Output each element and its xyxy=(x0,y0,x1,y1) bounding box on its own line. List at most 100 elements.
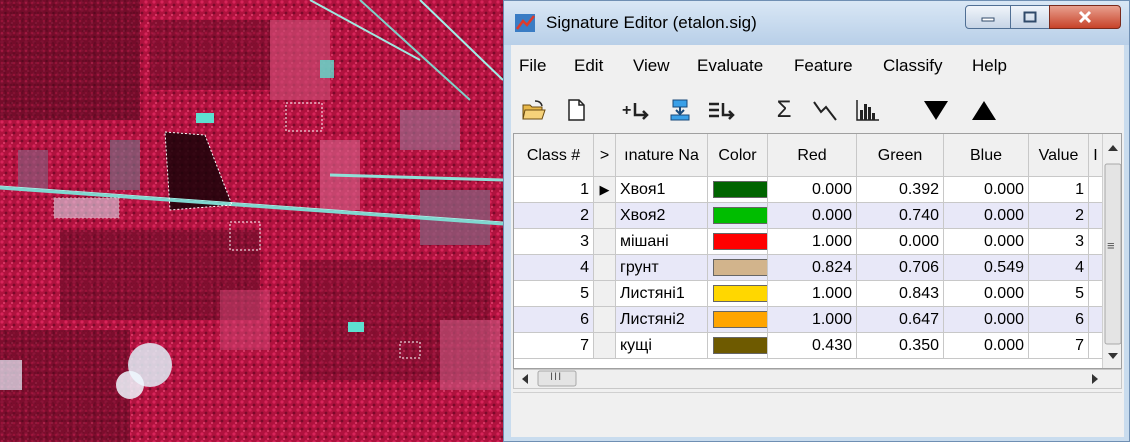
horizontal-scrollbar[interactable]: III xyxy=(513,369,1122,389)
cell-green[interactable]: 0.392 xyxy=(857,177,944,203)
cell-blue[interactable]: 0.000 xyxy=(944,281,1029,307)
cell-green[interactable]: 0.647 xyxy=(857,307,944,333)
cell-signature-name[interactable]: кущі xyxy=(616,333,708,359)
cell-value[interactable]: 2 xyxy=(1029,203,1089,229)
cell-signature-name[interactable]: мішані xyxy=(616,229,708,255)
column-header-blue[interactable]: Blue xyxy=(944,134,1029,177)
cell-red[interactable]: 1.000 xyxy=(768,229,857,255)
cell-blue[interactable]: 0.000 xyxy=(944,333,1029,359)
cell-signature-name[interactable]: Хвоя1 xyxy=(616,177,708,203)
cell-signature-name[interactable]: Листяні1 xyxy=(616,281,708,307)
merge-signatures-button[interactable] xyxy=(707,96,737,124)
cell-extra[interactable] xyxy=(1089,203,1103,229)
menu-help[interactable]: Help xyxy=(972,56,1007,76)
menu-view[interactable]: View xyxy=(633,56,670,76)
cell-value[interactable]: 4 xyxy=(1029,255,1089,281)
cell-extra[interactable] xyxy=(1089,333,1103,359)
cell-signature-name[interactable]: Хвоя2 xyxy=(616,203,708,229)
scroll-right-arrow-icon[interactable] xyxy=(1092,374,1098,384)
title-bar[interactable]: Signature Editor (etalon.sig) xyxy=(504,1,1129,45)
color-swatch[interactable] xyxy=(713,337,767,354)
cell-color[interactable] xyxy=(708,333,768,359)
menu-file[interactable]: File xyxy=(519,56,546,76)
column-header-color[interactable]: Color xyxy=(708,134,768,177)
cell-green[interactable]: 0.706 xyxy=(857,255,944,281)
cell-blue[interactable]: 0.000 xyxy=(944,307,1029,333)
maximize-button[interactable] xyxy=(1010,5,1050,29)
cell-class-number[interactable]: 3 xyxy=(514,229,594,255)
menu-classify[interactable]: Classify xyxy=(883,56,943,76)
statistics-button[interactable]: Σ xyxy=(769,96,799,124)
cell-color[interactable] xyxy=(708,307,768,333)
cell-green[interactable]: 0.350 xyxy=(857,333,944,359)
column-header-red[interactable]: Red xyxy=(768,134,857,177)
cell-color[interactable] xyxy=(708,281,768,307)
histogram-button[interactable] xyxy=(853,96,883,124)
cell-class-number[interactable]: 4 xyxy=(514,255,594,281)
cell-current-marker[interactable] xyxy=(594,203,616,229)
cell-class-number[interactable]: 1 xyxy=(514,177,594,203)
mean-plot-button[interactable] xyxy=(811,96,841,124)
cell-blue[interactable]: 0.549 xyxy=(944,255,1029,281)
column-header-signature-name[interactable]: ınature Na xyxy=(616,134,708,177)
column-header-green[interactable]: Green xyxy=(857,134,944,177)
color-swatch[interactable] xyxy=(713,285,767,302)
cell-color[interactable] xyxy=(708,229,768,255)
cell-current-marker[interactable] xyxy=(594,281,616,307)
cell-signature-name[interactable]: грунт xyxy=(616,255,708,281)
replace-signature-button[interactable] xyxy=(665,96,695,124)
column-header-class[interactable]: Class # xyxy=(514,134,594,177)
color-swatch[interactable] xyxy=(713,181,767,198)
vertical-scrollbar[interactable]: ≡ xyxy=(1102,134,1121,368)
column-header-current[interactable]: > xyxy=(594,134,616,177)
menu-edit[interactable]: Edit xyxy=(574,56,603,76)
scroll-left-arrow-icon[interactable] xyxy=(522,374,528,384)
cell-red[interactable]: 0.824 xyxy=(768,255,857,281)
menu-feature[interactable]: Feature xyxy=(794,56,853,76)
scroll-up-arrow-icon[interactable] xyxy=(1108,145,1118,151)
cell-red[interactable]: 0.000 xyxy=(768,177,857,203)
cell-class-number[interactable]: 2 xyxy=(514,203,594,229)
cell-red[interactable]: 0.000 xyxy=(768,203,857,229)
open-button[interactable] xyxy=(519,96,549,124)
cell-blue[interactable]: 0.000 xyxy=(944,229,1029,255)
cell-value[interactable]: 5 xyxy=(1029,281,1089,307)
table-row[interactable]: 3 мішані 1.000 0.000 0.000 3 xyxy=(514,229,1121,255)
cell-value[interactable]: 7 xyxy=(1029,333,1089,359)
table-row[interactable]: 2 Хвоя2 0.000 0.740 0.000 2 xyxy=(514,203,1121,229)
cell-color[interactable] xyxy=(708,255,768,281)
color-swatch[interactable] xyxy=(713,207,767,224)
cell-green[interactable]: 0.000 xyxy=(857,229,944,255)
cell-green[interactable]: 0.843 xyxy=(857,281,944,307)
cell-current-marker[interactable] xyxy=(594,333,616,359)
menu-evaluate[interactable]: Evaluate xyxy=(697,56,763,76)
table-row[interactable]: 5 Листяні1 1.000 0.843 0.000 5 xyxy=(514,281,1121,307)
cell-signature-name[interactable]: Листяні2 xyxy=(616,307,708,333)
color-swatch[interactable] xyxy=(713,233,767,250)
column-header-extra[interactable]: I xyxy=(1089,134,1103,177)
cell-current-marker[interactable] xyxy=(594,229,616,255)
cell-red[interactable]: 1.000 xyxy=(768,307,857,333)
cell-extra[interactable] xyxy=(1089,177,1103,203)
move-up-button[interactable] xyxy=(969,96,999,124)
cell-green[interactable]: 0.740 xyxy=(857,203,944,229)
cell-color[interactable] xyxy=(708,177,768,203)
add-signature-button[interactable]: + xyxy=(621,96,651,124)
cell-class-number[interactable]: 5 xyxy=(514,281,594,307)
column-header-value[interactable]: Value xyxy=(1029,134,1089,177)
table-row[interactable]: 6 Листяні2 1.000 0.647 0.000 6 xyxy=(514,307,1121,333)
minimize-button[interactable] xyxy=(965,5,1011,29)
table-row[interactable]: 1 ▶ Хвоя1 0.000 0.392 0.000 1 xyxy=(514,177,1121,203)
cell-color[interactable] xyxy=(708,203,768,229)
cell-blue[interactable]: 0.000 xyxy=(944,177,1029,203)
scroll-down-arrow-icon[interactable] xyxy=(1108,353,1118,359)
cell-value[interactable]: 1 xyxy=(1029,177,1089,203)
move-down-button[interactable] xyxy=(921,96,951,124)
cell-extra[interactable] xyxy=(1089,229,1103,255)
cell-current-marker[interactable]: ▶ xyxy=(594,177,616,203)
table-row[interactable]: 4 грунт 0.824 0.706 0.549 4 xyxy=(514,255,1121,281)
cell-extra[interactable] xyxy=(1089,307,1103,333)
cell-class-number[interactable]: 6 xyxy=(514,307,594,333)
cell-extra[interactable] xyxy=(1089,281,1103,307)
vertical-scroll-thumb[interactable] xyxy=(1104,163,1121,345)
